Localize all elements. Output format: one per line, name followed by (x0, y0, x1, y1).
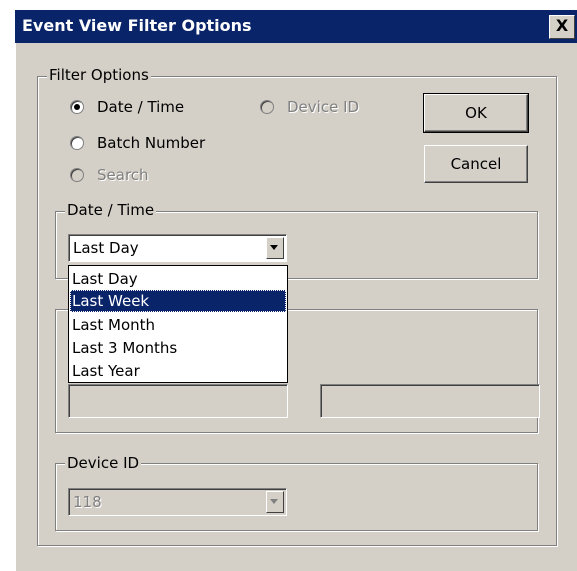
dropdown-option[interactable]: Last Month (70, 314, 286, 336)
radio-search (70, 168, 84, 182)
date-time-label: Date / Time (65, 201, 157, 219)
radio-device-id (260, 100, 274, 114)
batch-end-field (320, 384, 540, 418)
close-button[interactable]: X (549, 15, 575, 39)
filter-options-label: Filter Options (47, 66, 151, 84)
chevron-down-icon (270, 245, 278, 250)
dropdown-button[interactable] (266, 237, 284, 259)
cancel-button[interactable]: Cancel (424, 145, 528, 183)
radio-label-batch-number[interactable]: Batch Number (97, 133, 205, 153)
dropdown-option[interactable]: Last 3 Months (70, 337, 286, 359)
dropdown-option[interactable]: Last Day (70, 268, 286, 290)
radio-label-device-id: Device ID (287, 98, 360, 116)
radio-batch-number[interactable] (70, 136, 84, 150)
device-id-label: Device ID (65, 454, 142, 472)
close-icon: X (555, 16, 569, 35)
dropdown-option[interactable]: Last Year (70, 360, 286, 382)
dropdown-option[interactable]: Last Week (70, 290, 286, 312)
date-time-dropdown-list: Last Day Last Week Last Month Last 3 Mon… (68, 265, 288, 383)
chevron-down-icon (270, 499, 278, 504)
batch-start-field (68, 384, 288, 418)
dropdown-button (266, 491, 284, 513)
radio-label-date-time[interactable]: Date / Time (97, 97, 184, 117)
date-time-select[interactable]: Last Day (68, 234, 287, 262)
date-time-select-value: Last Day (73, 239, 139, 257)
radio-selected-dot (74, 104, 80, 110)
ok-button[interactable]: OK (423, 93, 529, 133)
window-title: Event View Filter Options (22, 16, 252, 35)
device-id-select: 118 (68, 488, 287, 516)
radio-date-time[interactable] (70, 100, 84, 114)
radio-label-search: Search (97, 166, 149, 184)
device-id-select-value: 118 (73, 493, 102, 511)
